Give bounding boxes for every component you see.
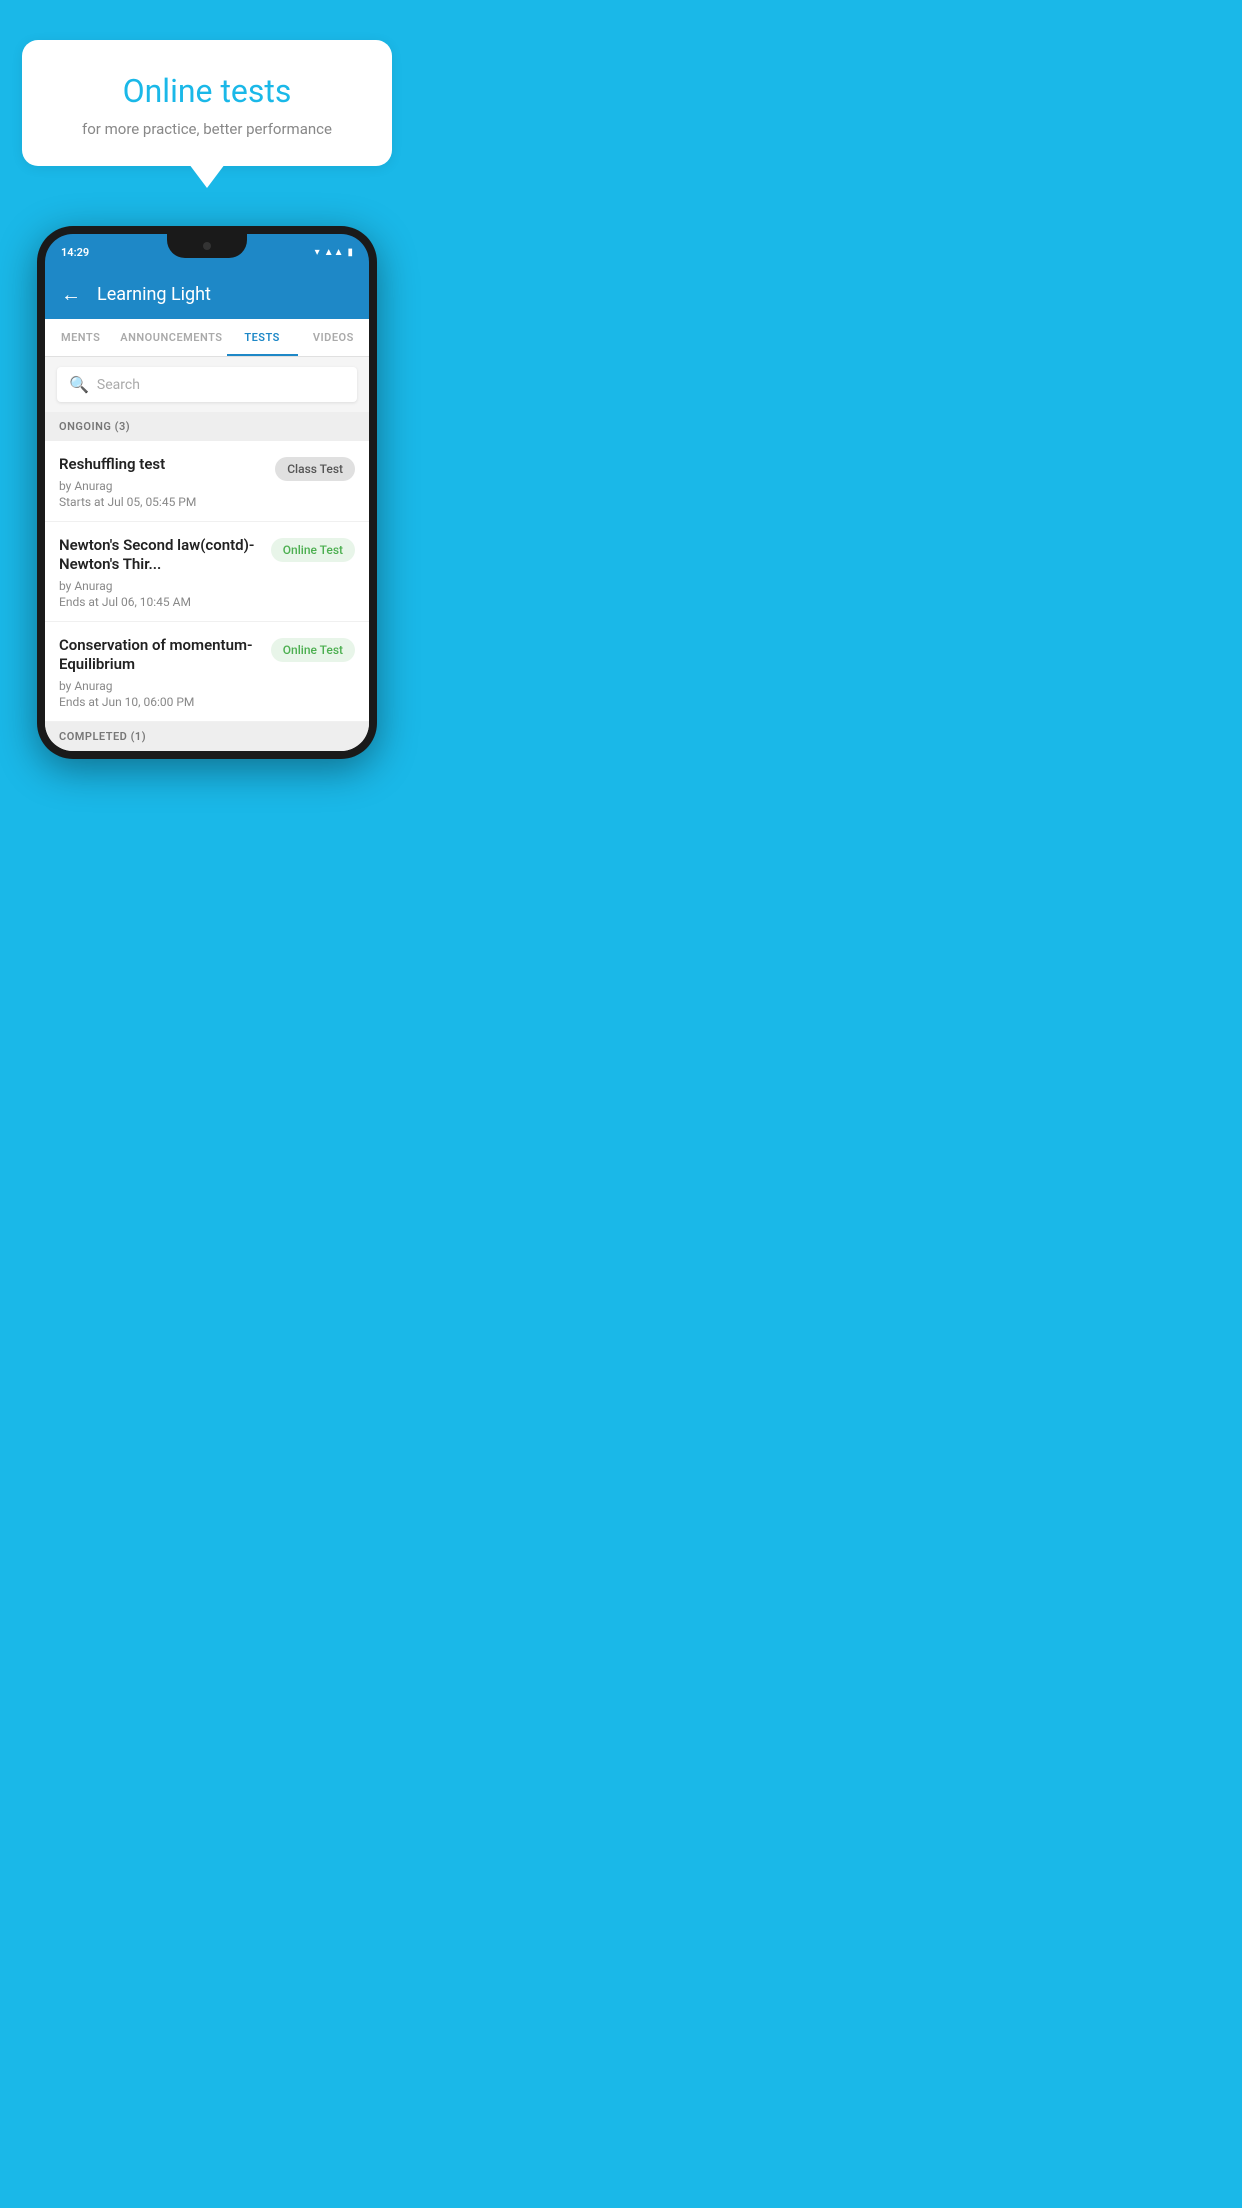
test-badge-reshuffling: Class Test xyxy=(275,457,355,481)
test-name-reshuffling: Reshuffling test xyxy=(59,455,267,475)
search-placeholder: Search xyxy=(97,377,140,393)
test-badge-newton: Online Test xyxy=(271,538,355,562)
tab-tests[interactable]: TESTS xyxy=(227,319,298,356)
completed-section-header: COMPLETED (1) xyxy=(45,722,369,751)
tab-ments[interactable]: MENTS xyxy=(45,319,116,356)
app-bar: ← Learning Light xyxy=(45,270,369,319)
signal-icon: ▲▲ xyxy=(324,247,344,258)
status-bar: 14:29 ▾ ▲▲ ▮ xyxy=(45,234,369,270)
bubble-subtitle: for more practice, better performance xyxy=(52,120,362,138)
battery-icon: ▮ xyxy=(347,247,353,258)
ongoing-section-header: ONGOING (3) xyxy=(45,412,369,441)
speech-bubble: Online tests for more practice, better p… xyxy=(22,40,392,166)
search-container: 🔍 Search xyxy=(45,357,369,412)
back-arrow-icon[interactable]: ← xyxy=(61,282,81,307)
test-item-newton[interactable]: Newton's Second law(contd)-Newton's Thir… xyxy=(45,522,369,622)
phone-frame: 14:29 ▾ ▲▲ ▮ ← Learning Light MENTS ANNO… xyxy=(37,226,377,759)
test-info-newton: Newton's Second law(contd)-Newton's Thir… xyxy=(59,536,263,609)
camera-dot xyxy=(203,242,211,250)
tabs-bar: MENTS ANNOUNCEMENTS TESTS VIDEOS xyxy=(45,319,369,357)
phone-notch xyxy=(167,234,247,258)
wifi-icon: ▾ xyxy=(315,247,320,258)
bubble-title: Online tests xyxy=(52,72,362,110)
app-bar-title: Learning Light xyxy=(97,284,211,305)
test-info-reshuffling: Reshuffling test by Anurag Starts at Jul… xyxy=(59,455,267,509)
test-item-conservation[interactable]: Conservation of momentum-Equilibrium by … xyxy=(45,622,369,722)
status-time: 14:29 xyxy=(61,246,89,259)
app-screen: ← Learning Light MENTS ANNOUNCEMENTS TES… xyxy=(45,270,369,751)
test-by-reshuffling: by Anurag xyxy=(59,479,267,493)
test-badge-conservation: Online Test xyxy=(271,638,355,662)
search-icon: 🔍 xyxy=(69,375,89,394)
status-icons: ▾ ▲▲ ▮ xyxy=(315,247,353,258)
test-name-conservation: Conservation of momentum-Equilibrium xyxy=(59,636,263,675)
test-by-newton: by Anurag xyxy=(59,579,263,593)
test-by-conservation: by Anurag xyxy=(59,679,263,693)
test-time-reshuffling: Starts at Jul 05, 05:45 PM xyxy=(59,495,267,509)
test-name-newton: Newton's Second law(contd)-Newton's Thir… xyxy=(59,536,263,575)
tab-announcements[interactable]: ANNOUNCEMENTS xyxy=(116,319,226,356)
test-time-conservation: Ends at Jun 10, 06:00 PM xyxy=(59,695,263,709)
test-time-newton: Ends at Jul 06, 10:45 AM xyxy=(59,595,263,609)
test-item-reshuffling[interactable]: Reshuffling test by Anurag Starts at Jul… xyxy=(45,441,369,522)
tab-videos[interactable]: VIDEOS xyxy=(298,319,369,356)
test-info-conservation: Conservation of momentum-Equilibrium by … xyxy=(59,636,263,709)
search-input-wrapper[interactable]: 🔍 Search xyxy=(57,367,357,402)
